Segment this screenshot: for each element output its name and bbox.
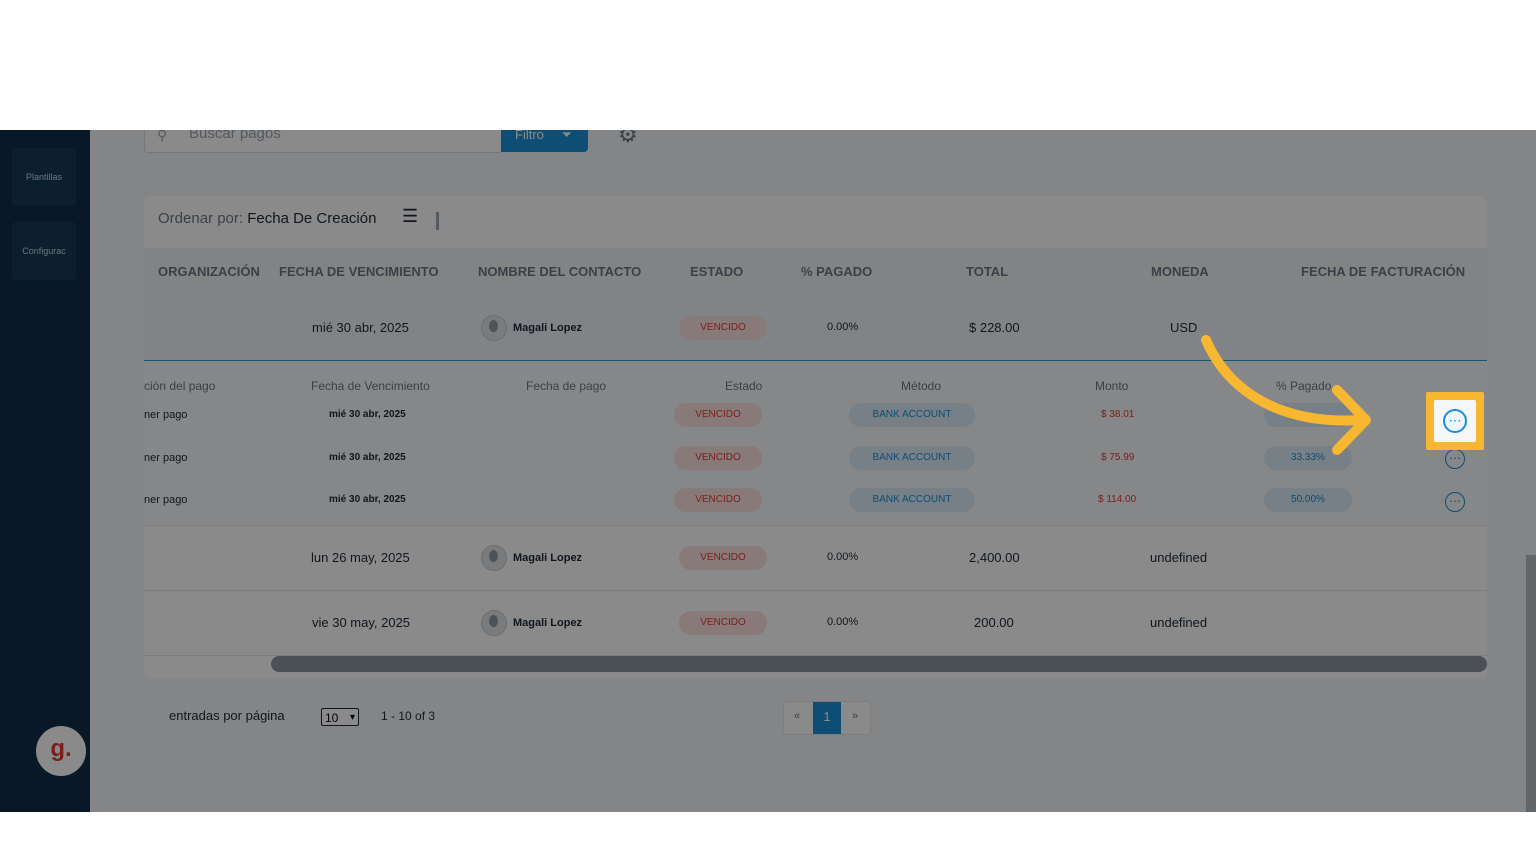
installment-desc: ner pago [144, 409, 188, 421]
table-row[interactable]: lun 26 may, 2025 Magali Lopez VENCIDO 0.… [144, 526, 1487, 591]
status-badge: VENCIDO [679, 611, 767, 635]
highlight-box: ⋯ [1426, 392, 1484, 450]
installment-due: mié 30 abr, 2025 [329, 452, 406, 463]
th-fecha-vencimiento[interactable]: FECHA DE VENCIMIENTO [279, 264, 439, 279]
status-badge: VENCIDO [679, 546, 767, 570]
th-pagado[interactable]: % PAGADO [801, 264, 872, 279]
row-total: 200.00 [974, 615, 1014, 630]
table-row[interactable]: mié 30 abr, 2025 Magali Lopez VENCIDO 0.… [144, 296, 1487, 361]
installment-amount: $ 75.99 [1101, 452, 1135, 463]
sort-divider [436, 212, 439, 230]
sub-th-monto: Monto [1095, 379, 1129, 393]
row-currency: undefined [1150, 615, 1208, 630]
filter-button-label: Filtro [515, 130, 544, 142]
installments-subtable: ción del pago Fecha de Vencimiento Fecha… [144, 361, 1487, 526]
row-due-date: vie 30 may, 2025 [312, 615, 411, 630]
installment-method-badge: BANK ACCOUNT [849, 403, 975, 427]
installment-status-badge: VENCIDO [674, 446, 762, 470]
per-page-value: 10 [325, 711, 339, 725]
filter-icon: ⏷ [561, 130, 572, 142]
main-content: ⚲ Buscar pagos Filtro ⏷ ⚙ Ordenar por: F… [100, 130, 1526, 812]
more-options-button[interactable]: ⋯ [1445, 492, 1465, 512]
row-paid-pct: 0.00% [827, 616, 859, 628]
th-organizacion[interactable]: ORGANIZACIÓN [158, 264, 260, 279]
row-due-date: mié 30 abr, 2025 [312, 320, 409, 335]
sub-th-pagado: % Pagado [1276, 379, 1332, 393]
status-badge: VENCIDO [679, 316, 767, 340]
installment-status-badge: VENCIDO [674, 488, 762, 512]
sort-value: Fecha De Creación [247, 210, 377, 227]
app-screenshot: Plantillas Configurac g. ⚲ Buscar pagos … [0, 130, 1536, 812]
th-total[interactable]: TOTAL [966, 264, 1008, 279]
sub-th-vencimiento: Fecha de Vencimiento [311, 379, 430, 393]
row-due-date: lun 26 may, 2025 [311, 550, 410, 565]
pagination-page-1[interactable]: 1 [813, 702, 841, 734]
more-options-button[interactable]: ⋯ [1445, 449, 1465, 469]
installment-desc: ner pago [144, 452, 188, 464]
th-nombre-contacto[interactable]: NOMBRE DEL CONTACTO [478, 264, 641, 279]
installment-due: mié 30 abr, 2025 [329, 494, 406, 505]
row-contact: Magali Lopez [481, 315, 582, 341]
row-paid-pct: 0.00% [827, 551, 859, 563]
pagination-prev-button[interactable]: « [794, 710, 800, 722]
table-header: ORGANIZACIÓN FECHA DE VENCIMIENTO NOMBRE… [144, 248, 1487, 296]
sub-th-descripcion: ción del pago [144, 379, 216, 393]
avatar [481, 545, 507, 571]
installment-amount: $ 114.00 [1098, 494, 1137, 505]
pagination-range: 1 - 10 of 3 [381, 709, 436, 723]
installment-pct-badge: 33.33% [1264, 446, 1352, 470]
installment-pct-badge [1264, 403, 1352, 427]
row-total: $ 228.00 [969, 320, 1020, 335]
payments-table-card: Ordenar por: Fecha De Creación ☰ ORGANIZ… [144, 196, 1487, 679]
search-placeholder: Buscar pagos [189, 130, 281, 142]
installment-method-badge: BANK ACCOUNT [849, 446, 975, 470]
th-moneda[interactable]: MONEDA [1151, 264, 1209, 279]
filter-button[interactable]: Filtro ⏷ [501, 130, 588, 152]
sidebar-item-configuracion[interactable]: Configurac [12, 222, 76, 280]
installment-desc: ner pago [144, 494, 188, 506]
sidebar: Plantillas Configurac g. [0, 130, 90, 812]
gear-icon[interactable]: ⚙ [618, 130, 638, 148]
th-estado[interactable]: ESTADO [690, 264, 743, 279]
sort-bar[interactable]: Ordenar por: Fecha De Creación [158, 210, 376, 227]
row-currency: undefined [1150, 550, 1208, 565]
installment-amount: $ 38.01 [1101, 409, 1135, 420]
avatar [481, 315, 507, 341]
installment-pct-badge: 50.00% [1264, 488, 1352, 512]
installment-due: mié 30 abr, 2025 [329, 409, 406, 420]
chevron-down-icon: ▾ [349, 712, 355, 723]
installment-status-badge: VENCIDO [674, 403, 762, 427]
row-contact: Magali Lopez [481, 545, 582, 571]
pagination-next-button[interactable]: » [852, 710, 858, 722]
row-currency: USD [1170, 320, 1198, 335]
search-icon: ⚲ [157, 130, 168, 143]
vertical-scrollbar[interactable] [1526, 555, 1536, 812]
row-paid-pct: 0.00% [827, 321, 859, 333]
contact-name: Magali Lopez [513, 552, 583, 564]
sub-th-metodo: Método [901, 379, 942, 393]
contact-name: Magali Lopez [513, 322, 583, 334]
pagination: « 1 » [783, 701, 871, 735]
table-row[interactable]: vie 30 may, 2025 Magali Lopez VENCIDO 0.… [144, 591, 1487, 656]
installment-method-badge: BANK ACCOUNT [849, 488, 975, 512]
horizontal-scrollbar[interactable] [271, 656, 1487, 672]
avatar [481, 610, 507, 636]
brand-logo-button[interactable]: g. [36, 726, 86, 776]
contact-name: Magali Lopez [513, 617, 583, 629]
row-contact: Magali Lopez [481, 610, 582, 636]
search-input[interactable]: ⚲ Buscar pagos [144, 130, 503, 153]
sidebar-item-plantillas[interactable]: Plantillas [12, 148, 76, 206]
th-fecha-facturacion[interactable]: FECHA DE FACTURACIÓN [1301, 264, 1465, 279]
sort-lines-icon[interactable]: ☰ [402, 206, 418, 227]
row-total: 2,400.00 [969, 550, 1020, 565]
per-page-select[interactable]: 10 ▾ [321, 708, 359, 726]
sub-th-estado: Estado [725, 379, 763, 393]
more-options-button[interactable]: ⋯ [1443, 409, 1467, 433]
sub-th-fecha-pago: Fecha de pago [526, 379, 607, 393]
sort-prefix: Ordenar por: [158, 210, 244, 227]
entries-per-page-label: entradas por página [169, 708, 285, 723]
highlight-inner: ⋯ [1434, 400, 1476, 442]
